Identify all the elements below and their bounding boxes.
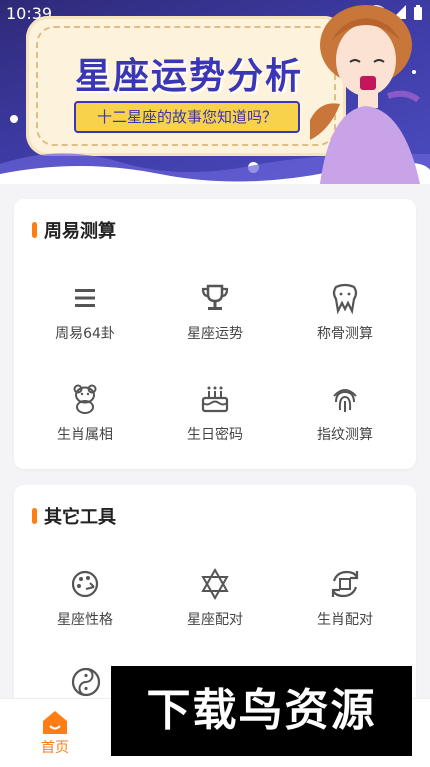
star-of-david-icon — [201, 567, 229, 601]
bear-icon — [73, 384, 97, 414]
section-title: 周易测算 — [32, 217, 116, 243]
grid-item-xingzuo-xingge[interactable]: 星座性格 — [18, 567, 152, 629]
home-icon — [43, 711, 67, 734]
grid-item-birthday[interactable]: 生日密码 — [148, 382, 282, 444]
trophy-icon — [201, 284, 229, 310]
list-icon — [75, 289, 95, 307]
watermark-logo: 下载鸟资源 — [111, 666, 412, 756]
grid-item-zhouyi64[interactable]: 周易64卦 — [18, 281, 152, 343]
section-title: 其它工具 — [32, 503, 116, 529]
grid-item-label: 星座配对 — [187, 612, 243, 628]
girl-illustration — [310, 5, 420, 184]
tab-home-label: 首页 — [41, 740, 69, 756]
fingerprint-icon — [333, 389, 357, 412]
grid-item-label: 周易64卦 — [55, 326, 115, 342]
star-dot — [10, 115, 18, 123]
grid-item-label: 生肖属相 — [57, 427, 113, 443]
grid-item-label: 称骨测算 — [317, 326, 373, 342]
grid-item-chenggu[interactable]: 称骨测算 — [278, 281, 412, 343]
grid-item-label: 生肖配对 — [317, 612, 373, 628]
banner-subtitle: 十二星座的故事您知道吗？ — [74, 101, 300, 133]
grid-item-shengxiao[interactable]: 生肖属相 — [18, 382, 152, 444]
grid-item-fingerprint[interactable]: 指纹测算 — [278, 382, 412, 444]
cake-icon — [201, 386, 229, 413]
palette-icon — [71, 570, 99, 598]
banner[interactable]: 10:39 星座运势分析 十二星座的故事您知道吗？ — [0, 0, 430, 184]
tab-home[interactable]: 首页 — [30, 709, 80, 757]
grid-item-shengxiao-peidui[interactable]: 生肖配对 — [278, 567, 412, 629]
sync-icon — [331, 570, 359, 598]
grid-item-xingzuo-yunshi[interactable]: 星座运势 — [148, 281, 282, 343]
grid-item-label: 星座性格 — [57, 612, 113, 628]
grid-item-label: 星座运势 — [187, 326, 243, 342]
yin-yang-icon[interactable] — [69, 665, 103, 699]
grid-item-label: 生日密码 — [187, 427, 243, 443]
grid-item-label: 指纹测算 — [317, 427, 373, 443]
section-zhouyi: 周易测算 周易64卦 星座运势 称骨测算 生肖属相 生日密码 指纹测算 — [14, 199, 416, 469]
banner-title: 星座运势分析 — [74, 56, 303, 97]
tooth-icon — [332, 283, 358, 315]
grid-item-xingzuo-peidui[interactable]: 星座配对 — [148, 567, 282, 629]
